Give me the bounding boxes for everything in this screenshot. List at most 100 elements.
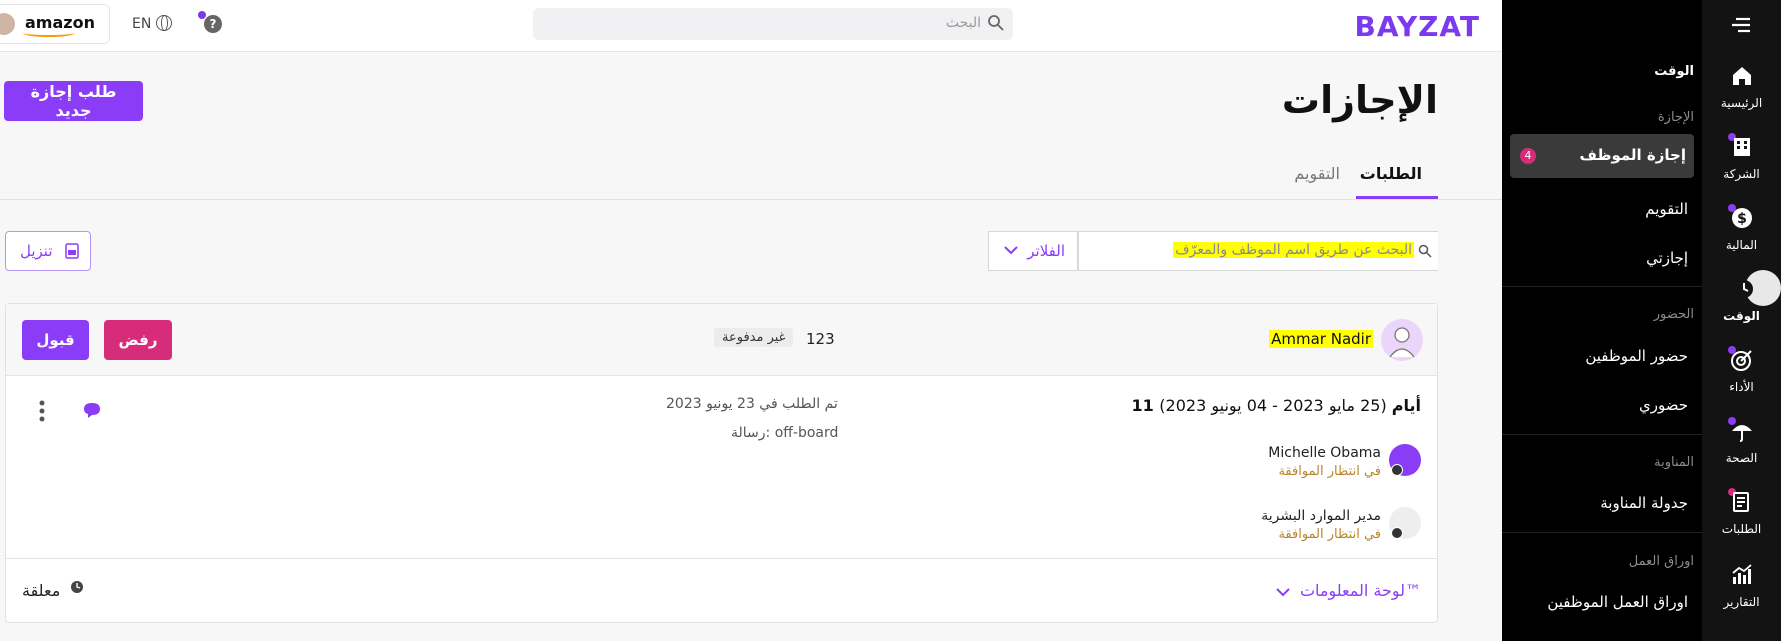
approver-name: مدير الموارد البشرية	[1261, 508, 1381, 524]
rail-item-label: الطلبات	[1721, 522, 1762, 536]
accept-button[interactable]: قبول	[22, 320, 89, 360]
sidebar-item-employee-leave[interactable]: 4 إجازة الموظف	[1510, 134, 1694, 178]
rail-item-label: الرئيسية	[1720, 96, 1763, 110]
sidebar-item-employee-attendance[interactable]: حضور الموظفين	[1585, 347, 1688, 365]
user-avatar	[0, 13, 15, 35]
clock-icon	[71, 581, 83, 593]
chevron-down-icon[interactable]	[1275, 586, 1291, 598]
search-icon	[1418, 244, 1432, 258]
approver-item: Michelle Obama في انتظار الموافقة	[1121, 440, 1421, 484]
approver-item: مدير الموارد البشرية في انتظار الموافقة	[1121, 503, 1421, 547]
rail-item-label: الأداء	[1729, 380, 1754, 394]
leave-code: 123	[806, 330, 835, 348]
umbrella-icon	[1732, 425, 1752, 442]
request-card-footer: لوحة المعلومات™ معلقة	[6, 558, 1437, 622]
request-status: معلقة	[22, 581, 61, 600]
requested-date: تم الطلب في 23 يونيو 2023	[666, 396, 838, 412]
divider	[1502, 434, 1702, 435]
brand-logo[interactable]: BAYZAT	[1354, 10, 1480, 43]
approver-name: Michelle Obama	[1268, 445, 1381, 461]
divider	[1502, 286, 1702, 287]
filters-label: الفلاتر	[1027, 242, 1065, 260]
chart-icon	[1732, 564, 1752, 584]
download-label: تنزيل	[20, 242, 53, 260]
leave-type-badge: غير مدفوعة	[714, 328, 794, 347]
rail-item-company[interactable]: الشركة	[1702, 133, 1781, 205]
clock-icon	[1391, 527, 1403, 539]
rail-item-label: الوقت	[1723, 309, 1760, 323]
new-leave-request-button[interactable]: طلب إجازة جديد	[4, 81, 143, 121]
home-icon	[1733, 67, 1751, 85]
filters-button[interactable]: الفلاتر	[988, 231, 1078, 271]
active-tab-indicator	[1356, 196, 1438, 199]
divider	[1502, 532, 1702, 533]
chevron-down-icon	[1004, 246, 1018, 255]
secondary-sidebar: الوقت الإجازة 4 إجازة الموظف التقويم إجا…	[1502, 0, 1702, 641]
search-icon	[988, 15, 1004, 31]
request-card-header: Ammar Nadir 123 غير مدفوعة رفض قبول	[6, 304, 1437, 376]
rail-item-reports[interactable]: التقارير	[1702, 563, 1781, 633]
dollar-icon: $	[1732, 208, 1752, 228]
request-message: رسالة: off-board	[731, 425, 839, 441]
page-title: الإجازات	[1281, 78, 1438, 122]
employee-name[interactable]: Ammar Nadir	[1269, 330, 1373, 348]
rail-item-label: المالية	[1725, 238, 1758, 252]
rail-item-label: الصحة	[1725, 451, 1758, 465]
building-icon	[1734, 138, 1750, 156]
rail-item-time[interactable]: الوقت	[1702, 277, 1781, 347]
target-icon	[1731, 350, 1752, 371]
subnav-group-timesheets: اوراق العمل	[1628, 554, 1694, 569]
top-bar: BAYZAT البحث amazon EN ?	[0, 0, 1502, 52]
duration-range: (25 مايو 2023 - 04 يونيو 2023)	[1159, 396, 1392, 415]
clock-icon	[1735, 280, 1753, 298]
main-content: BAYZAT البحث amazon EN ? الإجازات طلب إج…	[0, 0, 1502, 641]
reject-button[interactable]: رفض	[104, 320, 172, 360]
rail-item-home[interactable]: الرئيسية	[1702, 64, 1781, 134]
dashboard-link[interactable]: لوحة المعلومات™	[1300, 581, 1421, 600]
language-switch[interactable]: EN	[132, 16, 151, 32]
leave-duration: 11 أيام (25 مايو 2023 - 04 يونيو 2023)	[1131, 396, 1421, 415]
tab-requests[interactable]: الطلبات	[1360, 164, 1422, 183]
rail-item-finance[interactable]: $ المالية	[1702, 204, 1781, 276]
sidebar-item-employee-timesheets[interactable]: اوراق العمل الموظفين	[1547, 593, 1688, 611]
sidebar-item-my-attendance[interactable]: حضوري	[1639, 396, 1688, 414]
sidebar-item-label: إجازة الموظف	[1579, 146, 1686, 164]
count-badge: 4	[1520, 148, 1536, 164]
leave-request-card: Ammar Nadir 123 غير مدفوعة رفض قبول 11 أ…	[5, 303, 1438, 623]
sidebar-item-my-leave[interactable]: إجازتي	[1646, 249, 1688, 267]
menu-icon[interactable]	[1730, 16, 1752, 34]
subnav-group-attendance: الحضور	[1653, 307, 1694, 322]
rail-item-requests[interactable]: الطلبات	[1702, 488, 1781, 560]
account-logo-smile	[23, 29, 75, 37]
sidebar-item-calendar[interactable]: التقويم	[1645, 200, 1688, 218]
tab-calendar[interactable]: التقويم	[1294, 164, 1340, 183]
person-icon	[1389, 327, 1415, 358]
global-search-input[interactable]: البحث	[533, 8, 1013, 40]
rail-item-label: الشركة	[1723, 167, 1760, 181]
subnav-section-title: الوقت	[1654, 64, 1694, 79]
sidebar-item-shift-scheduling[interactable]: جدولة المناوبة	[1600, 494, 1688, 512]
globe-icon[interactable]	[156, 15, 172, 31]
download-button[interactable]: تنزيل	[5, 231, 91, 271]
tabs-bar: الطلبات التقويم	[0, 150, 1502, 200]
approver-status: في انتظار الموافقة	[1278, 464, 1381, 479]
help-icon[interactable]: ?	[204, 15, 222, 33]
rail-item-health[interactable]: الصحة	[1702, 417, 1781, 489]
global-search-placeholder: البحث	[945, 15, 981, 31]
employee-search-input[interactable]: البحث عن طريق اسم الموظف والمعرّف	[1078, 231, 1438, 271]
subnav-group-shifts: المناوبة	[1654, 455, 1694, 470]
subnav-group-leave: الإجازة	[1657, 110, 1694, 125]
comment-icon[interactable]	[82, 401, 102, 419]
clock-icon	[1391, 464, 1403, 476]
rail-item-label: التقارير	[1723, 595, 1760, 609]
svg-text:$: $	[1737, 211, 1747, 227]
rail-item-performance[interactable]: الأداء	[1702, 346, 1781, 418]
approver-status: في انتظار الموافقة	[1278, 527, 1381, 542]
employee-search-placeholder: البحث عن طريق اسم الموظف والمعرّف	[1173, 242, 1414, 258]
file-download-icon	[65, 243, 79, 259]
clipboard-icon	[1733, 492, 1749, 512]
employee-avatar	[1381, 319, 1423, 361]
more-options-icon[interactable]	[38, 400, 46, 422]
icon-rail: الرئيسية الشركة $ المالية الوقت الأداء ا…	[1702, 0, 1781, 641]
account-switcher[interactable]: amazon	[0, 4, 110, 44]
